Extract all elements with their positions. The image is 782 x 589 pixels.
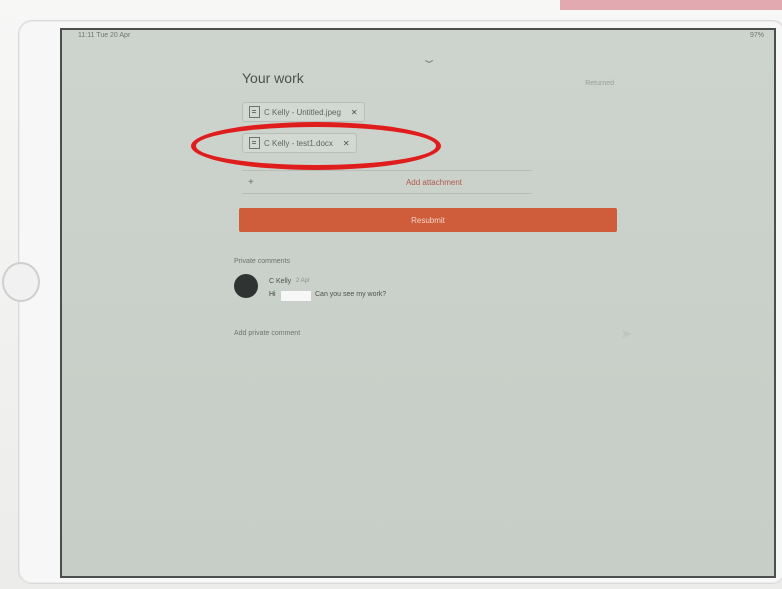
attachment-label: C Kelly - Untitled.jpeg	[264, 107, 341, 117]
pink-strip	[560, 0, 782, 10]
comment-time: 2 Apr	[296, 278, 311, 284]
page-title: Your work	[242, 70, 304, 86]
status-label: Returned	[585, 80, 614, 87]
home-button[interactable]	[2, 262, 40, 302]
send-icon[interactable]	[622, 330, 632, 338]
add-private-comment-input[interactable]: Add private comment	[234, 330, 300, 337]
ipad-screen: 11:11 Tue 20 Apr 97% ⌄ Your work Returne…	[60, 28, 776, 578]
chevron-down-icon[interactable]: ⌄	[420, 52, 437, 66]
private-comments-heading: Private comments	[234, 258, 291, 265]
comment-author: C Kelly	[269, 278, 292, 285]
comment-greeting: Hi	[269, 291, 276, 298]
avatar	[234, 274, 258, 298]
resubmit-button[interactable]: Resubmit	[239, 208, 617, 232]
status-battery: 97%	[749, 32, 764, 39]
add-attachment-row[interactable]: + Add attachment	[242, 170, 532, 194]
comment-text: Can you see my work?	[315, 291, 387, 298]
red-highlight-oval	[191, 122, 441, 170]
resubmit-label: Resubmit	[411, 215, 445, 225]
close-icon[interactable]: ✕	[351, 108, 358, 117]
status-time: 11:11 Tue 20 Apr	[78, 32, 131, 39]
add-attachment-button[interactable]: Add attachment	[406, 178, 462, 187]
attachment-chip-1[interactable]: C Kelly - Untitled.jpeg ✕	[242, 102, 365, 122]
redaction-box	[281, 291, 311, 301]
file-icon	[249, 106, 260, 118]
plus-icon[interactable]: +	[248, 177, 254, 188]
